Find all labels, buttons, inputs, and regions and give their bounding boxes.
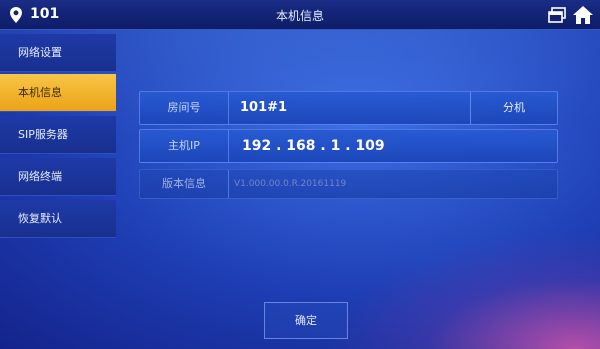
version-label: 版本信息 [140, 170, 229, 198]
home-icon[interactable] [572, 4, 594, 26]
confirm-button[interactable]: 确定 [264, 302, 348, 339]
version-value: V1.000.00.0.R.20161119 [234, 179, 347, 189]
host-ip-row: 主机IP 192 . 168 . 1 . 109 [139, 129, 558, 163]
extension-button[interactable]: 分机 [470, 92, 557, 124]
host-ip-label: 主机IP [140, 130, 229, 162]
sidebar-item-restore-default[interactable]: 恢复默认 [0, 200, 116, 238]
sidebar-item-sip-server[interactable]: SIP服务器 [0, 116, 116, 154]
version-row: 版本信息 V1.000.00.0.R.20161119 [139, 169, 558, 199]
sidebar: 网络设置 本机信息 SIP服务器 网络终端 恢复默认 [0, 30, 116, 349]
top-bar: 101 本机信息 [0, 0, 600, 30]
sidebar-item-network-settings[interactable]: 网络设置 [0, 34, 116, 72]
host-ip-value[interactable]: 192 . 168 . 1 . 109 [242, 130, 385, 162]
sidebar-item-network-terminal[interactable]: 网络终端 [0, 158, 116, 196]
room-number-label: 房间号 [140, 92, 229, 124]
room-number-value[interactable]: 101#1 [240, 92, 287, 124]
page-title: 本机信息 [275, 9, 324, 23]
window-icon[interactable] [548, 7, 566, 23]
sidebar-item-device-info[interactable]: 本机信息 [0, 74, 116, 112]
room-number-row: 房间号 101#1 分机 [139, 91, 558, 125]
